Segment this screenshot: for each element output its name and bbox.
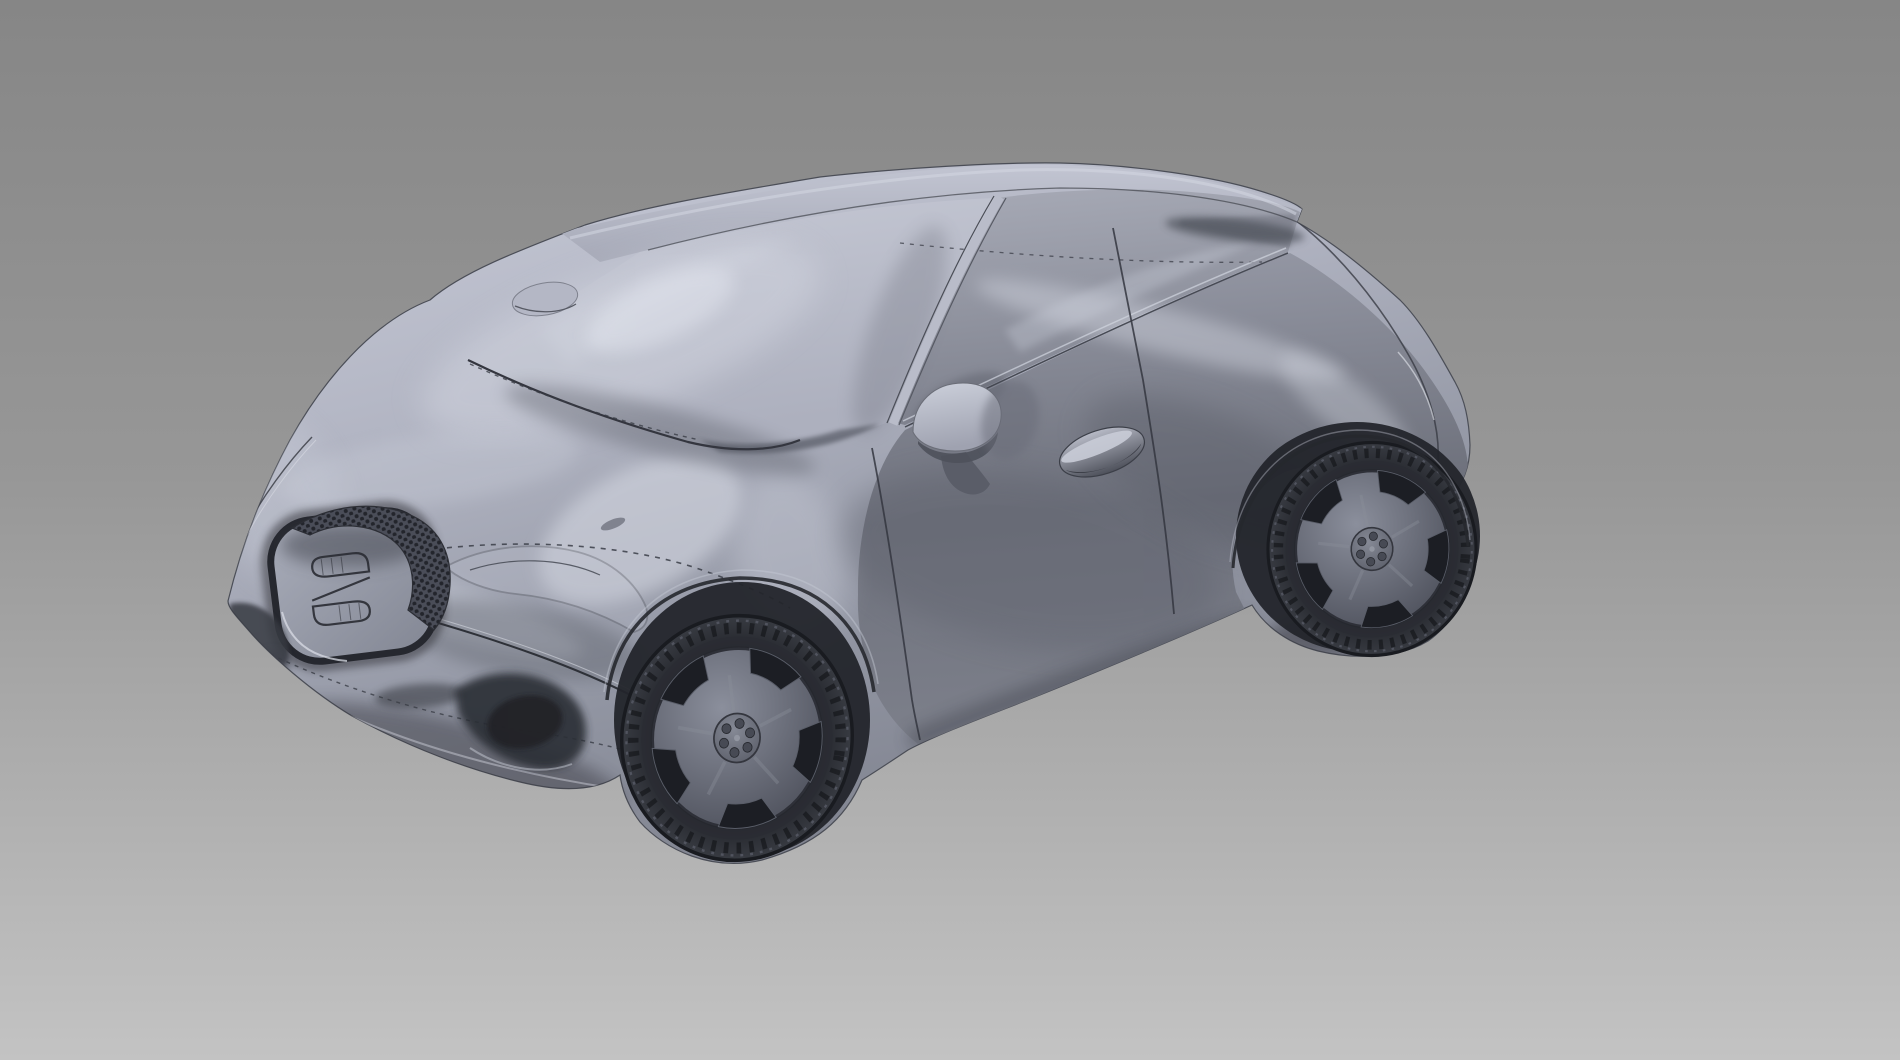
3d-viewport[interactable] (0, 0, 1900, 1060)
front-grille (261, 501, 450, 670)
car-render (0, 0, 1900, 1060)
